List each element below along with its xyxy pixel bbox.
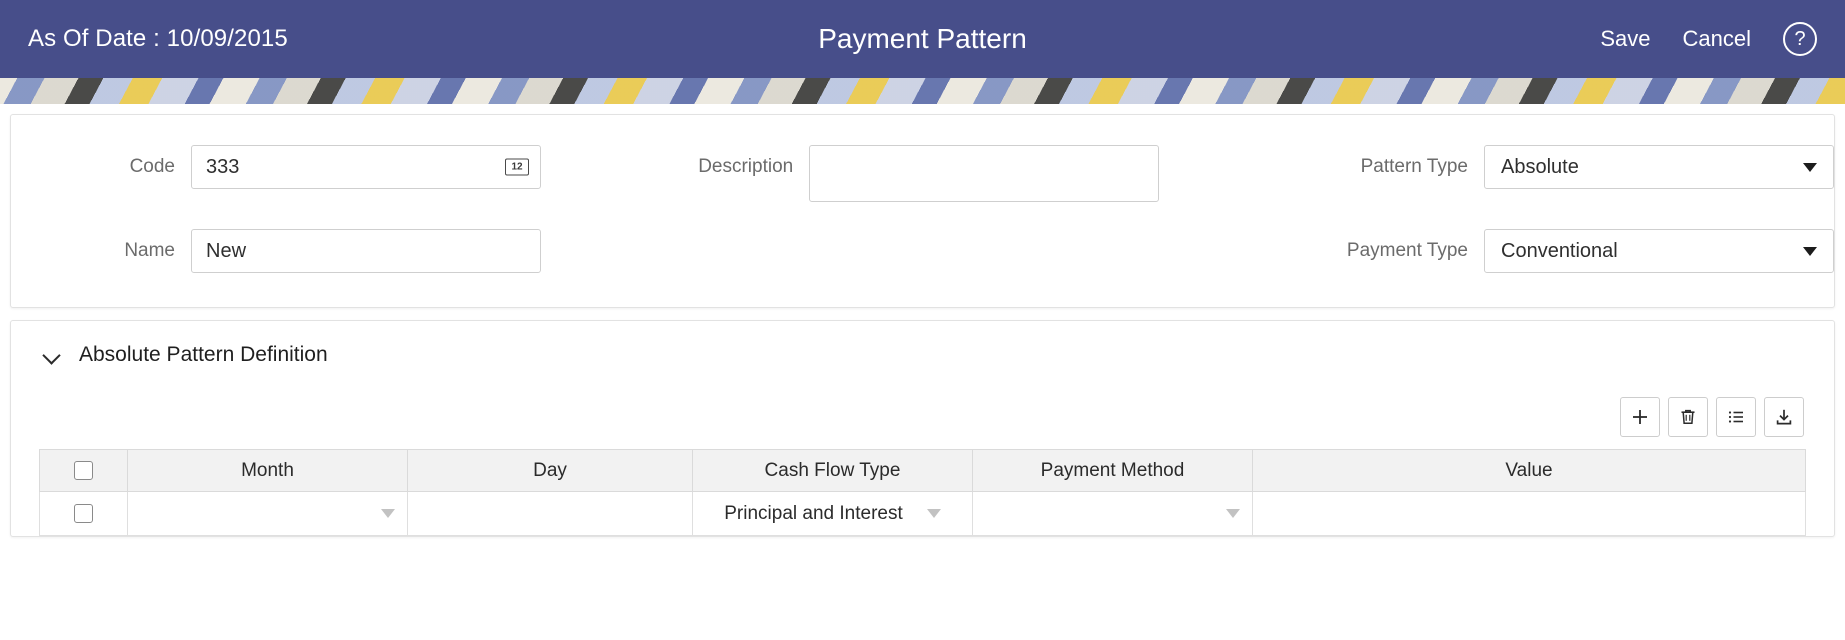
name-field-group: Name	[11, 229, 604, 273]
pattern-type-label: Pattern Type	[1360, 156, 1468, 177]
save-button[interactable]: Save	[1600, 26, 1650, 52]
download-icon	[1776, 409, 1792, 425]
cancel-button[interactable]: Cancel	[1683, 26, 1751, 52]
page-body: Code 12 Description Pattern Type Absolut…	[0, 104, 1845, 537]
spacer-label	[604, 229, 809, 240]
row-select-cell	[39, 491, 128, 536]
pattern-type-value: Absolute	[1501, 155, 1579, 178]
table-body: Principal and Interest	[39, 491, 1806, 536]
code-control: 12	[191, 145, 541, 189]
cell-payment-method[interactable]	[972, 491, 1253, 536]
chevron-down-icon[interactable]	[43, 346, 61, 364]
payment-type-control: Conventional	[1484, 229, 1834, 273]
pattern-definition-table: Month Day Cash Flow Type Payment Method …	[39, 449, 1806, 536]
name-input[interactable]	[191, 229, 541, 273]
payment-type-select[interactable]: Conventional	[1484, 229, 1834, 273]
payment-type-field-group: Payment Type Conventional	[1274, 229, 1834, 273]
cell-month[interactable]	[127, 491, 408, 536]
header-select-all	[39, 449, 128, 492]
chevron-down-icon	[1226, 509, 1240, 518]
header-cash-flow-type[interactable]: Cash Flow Type	[692, 449, 973, 492]
section-title: Absolute Pattern Definition	[79, 343, 328, 366]
payment-method-select[interactable]	[985, 492, 1240, 535]
download-button[interactable]	[1764, 397, 1804, 437]
table-head: Month Day Cash Flow Type Payment Method …	[39, 449, 1806, 492]
header-payment-method[interactable]: Payment Method	[972, 449, 1253, 492]
chevron-down-icon	[1803, 246, 1817, 256]
description-control	[809, 145, 1160, 207]
name-label: Name	[124, 240, 175, 261]
cell-day[interactable]	[407, 491, 693, 536]
app-header: As Of Date : 10/09/2015 Payment Pattern …	[0, 0, 1845, 78]
pattern-table-wrapper: Month Day Cash Flow Type Payment Method …	[39, 397, 1806, 536]
code-input[interactable]	[191, 145, 541, 189]
header-month[interactable]: Month	[127, 449, 408, 492]
help-icon[interactable]: ?	[1783, 22, 1817, 56]
list-icon	[1728, 411, 1743, 423]
row-checkbox[interactable]	[74, 504, 93, 523]
chevron-down-icon	[1803, 162, 1817, 172]
cell-cash-flow-type[interactable]: Principal and Interest	[692, 491, 973, 536]
form-row-1: Code 12 Description Pattern Type Absolut…	[11, 145, 1834, 207]
header-actions: Save Cancel ?	[1600, 22, 1817, 56]
header-day[interactable]: Day	[407, 449, 693, 492]
payment-type-label: Payment Type	[1346, 240, 1468, 261]
description-field-group: Description	[604, 145, 1274, 207]
table-header-row: Month Day Cash Flow Type Payment Method …	[39, 449, 1806, 492]
as-of-date-label: As Of Date : 10/09/2015	[28, 25, 288, 52]
trash-icon	[1681, 409, 1695, 424]
decorative-stripe-band	[0, 78, 1845, 104]
pattern-type-field-group: Pattern Type Absolute	[1274, 145, 1834, 189]
header-value[interactable]: Value	[1252, 449, 1806, 492]
add-row-button[interactable]	[1620, 397, 1660, 437]
cash-flow-type-value: Principal and Interest	[724, 502, 903, 524]
cash-flow-type-select[interactable]: Principal and Interest	[705, 492, 960, 535]
description-textarea[interactable]	[809, 145, 1160, 202]
code-field-group: Code 12	[11, 145, 604, 189]
delete-row-button[interactable]	[1668, 397, 1708, 437]
section-header-toggle[interactable]: Absolute Pattern Definition	[11, 343, 1834, 367]
table-toolbar	[39, 397, 1806, 437]
table-row: Principal and Interest	[39, 491, 1806, 536]
description-label: Description	[698, 156, 794, 177]
form-row-2: Name Payment Type Conventional	[11, 229, 1834, 273]
absolute-pattern-definition-panel: Absolute Pattern Definition Month Day Ca…	[10, 320, 1835, 537]
code-label: Code	[129, 156, 175, 177]
chevron-down-icon	[381, 509, 395, 518]
plus-icon	[1633, 410, 1647, 424]
cell-value[interactable]	[1252, 491, 1806, 536]
spacer-field-group	[604, 229, 1274, 240]
select-all-checkbox[interactable]	[74, 461, 93, 480]
chevron-down-icon	[926, 509, 941, 518]
name-control	[191, 229, 541, 273]
view-list-button[interactable]	[1716, 397, 1756, 437]
payment-type-value: Conventional	[1501, 239, 1618, 262]
code-number-picker-icon[interactable]: 12	[505, 158, 529, 176]
month-select[interactable]	[140, 492, 395, 535]
details-form-panel: Code 12 Description Pattern Type Absolut…	[10, 114, 1835, 308]
pattern-type-select[interactable]: Absolute	[1484, 145, 1834, 189]
pattern-type-control: Absolute	[1484, 145, 1834, 189]
